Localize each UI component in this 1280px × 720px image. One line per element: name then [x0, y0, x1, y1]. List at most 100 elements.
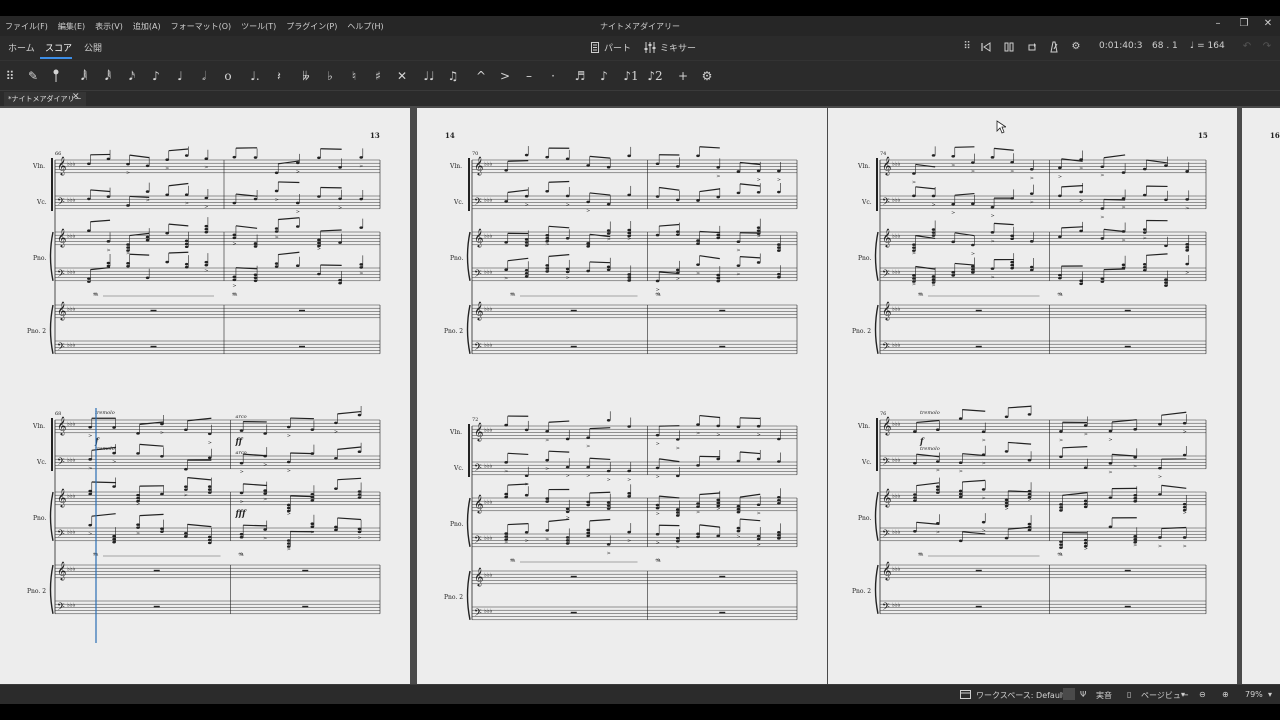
- menu-help[interactable]: ヘルプ(H): [342, 21, 388, 32]
- menu-add[interactable]: 追加(A): [128, 21, 166, 32]
- bass-clef: 𝄢: [57, 268, 65, 282]
- pencil-icon[interactable]: ✎: [25, 68, 41, 84]
- minimize-icon[interactable]: –: [1208, 18, 1228, 29]
- marcato-icon[interactable]: ^: [473, 68, 489, 84]
- score-page-15[interactable]: 15 Vln. Vc. Pno. Pno. 2 𝄞 ♭♭♭ 𝄢 ♭♭♭ 𝄞 ♭♭♭ 𝄢 ♭♭♭ 𝄞 ♭♭♭ 𝄢…: [828, 108, 1237, 684]
- beam: [1008, 405, 1032, 409]
- flat-icon[interactable]: ♭: [322, 68, 338, 84]
- rewind-icon[interactable]: [979, 40, 993, 54]
- menu-tools[interactable]: ツール(T): [236, 21, 281, 32]
- undo-icon[interactable]: ↶: [1240, 40, 1254, 54]
- score-page-14[interactable]: 14 Vln. Vc. Pno. Pno. 2 𝄞 ♭♭♭ 𝄢 ♭♭♭ 𝄞 ♭♭♭ 𝄢 ♭♭♭ 𝄞 ♭♭♭ 𝄢…: [417, 108, 827, 684]
- instrument-label-piano2: Pno. 2: [852, 588, 871, 595]
- metronome-icon[interactable]: [1047, 40, 1061, 54]
- zoom-in-icon[interactable]: ⊕: [1222, 690, 1229, 699]
- accent-mark: >: [240, 469, 244, 475]
- quarter-note-icon[interactable]: ♩: [172, 68, 188, 84]
- chevron-down-icon[interactable]: ▾: [1268, 690, 1272, 699]
- note-head: [971, 243, 975, 247]
- menu-format[interactable]: フォーマット(O): [166, 21, 237, 32]
- mixer-button[interactable]: ミキサー: [644, 41, 696, 54]
- menu-plugins[interactable]: プラグイン(P): [281, 21, 342, 32]
- whole-note-icon[interactable]: o: [220, 68, 236, 84]
- note-head: [627, 469, 631, 473]
- 32nd-note-icon[interactable]: 𝅘𝅥𝅱: [100, 68, 116, 84]
- half-note-icon[interactable]: 𝅗𝅥: [196, 68, 212, 84]
- staccato-icon[interactable]: ·: [545, 68, 561, 84]
- pedal-mark: 𝆮: [510, 557, 516, 566]
- settings-icon[interactable]: ⚙: [699, 68, 715, 84]
- beam: [548, 254, 570, 257]
- close-icon[interactable]: ✕: [1258, 18, 1278, 29]
- add-icon[interactable]: +: [675, 68, 691, 84]
- tab-score[interactable]: スコア: [45, 41, 72, 54]
- zoom-out-icon[interactable]: ⊖: [1199, 690, 1206, 699]
- workspace-selector[interactable]: ワークスペース: Default: [976, 690, 1065, 701]
- piano-brace: [874, 491, 879, 541]
- voice2-icon[interactable]: ♪2: [647, 68, 663, 84]
- menu-view[interactable]: 表示(V): [90, 21, 128, 32]
- natural-icon[interactable]: ♮: [346, 68, 362, 84]
- concert-pitch-label[interactable]: 実音: [1096, 690, 1112, 701]
- note-head: [696, 464, 700, 467]
- flip-icon[interactable]: ♪: [596, 68, 612, 84]
- note-head: [586, 164, 590, 167]
- zoom-level[interactable]: 79%: [1245, 690, 1263, 699]
- maximize-icon[interactable]: ❐: [1234, 18, 1254, 29]
- grip-icon[interactable]: ⠿: [2, 68, 18, 84]
- note-head: [136, 432, 140, 435]
- accent-mark: >: [545, 536, 549, 542]
- voice1-icon[interactable]: ♪1: [623, 68, 639, 84]
- tenuto-icon[interactable]: –: [521, 68, 537, 84]
- score-view[interactable]: 13 Vln. Vc. Pno. Pno. 2 𝄞 ♭♭♭ 𝄢 ♭♭♭ 𝄞 ♭♭♭ 𝄢 ♭♭♭ 𝄞 ♭♭♭ 𝄢…: [0, 106, 1280, 684]
- rest-icon[interactable]: 𝄽: [271, 68, 287, 84]
- key-signature: ♭♭♭: [67, 493, 76, 500]
- accent-icon[interactable]: >: [497, 68, 513, 84]
- note-head: [736, 425, 741, 429]
- whole-rest: [153, 605, 160, 608]
- note-head: [524, 428, 529, 432]
- concert-pitch-toggle[interactable]: [1063, 688, 1075, 700]
- beam: [699, 146, 720, 149]
- loop-icon[interactable]: [1025, 40, 1039, 54]
- workspace-icon[interactable]: [960, 690, 971, 701]
- 64th-note-icon[interactable]: 𝅘𝅥𝅲: [76, 68, 92, 84]
- note-head: [627, 425, 631, 428]
- piano2-brace: [466, 304, 471, 354]
- double-sharp-icon[interactable]: ✕: [394, 68, 410, 84]
- note-head: [204, 224, 209, 228]
- beam: [739, 256, 761, 259]
- note-head: [1164, 244, 1168, 248]
- tuplet-icon[interactable]: ♬: [572, 68, 588, 84]
- accent-mark: >: [936, 468, 940, 474]
- close-tab-icon[interactable]: ✕: [72, 92, 80, 102]
- dot-icon[interactable]: ♩.: [247, 68, 263, 84]
- treble-clef: 𝄞: [57, 228, 66, 248]
- menu-file[interactable]: ファイル(F): [0, 21, 53, 32]
- play-icon[interactable]: [1002, 40, 1016, 54]
- playback-settings-icon[interactable]: ⚙: [1069, 40, 1083, 54]
- chevron-down-icon[interactable]: ▾: [1181, 690, 1185, 699]
- note-head: [126, 246, 130, 249]
- accent-mark: >: [959, 469, 963, 475]
- note-head: [136, 496, 140, 500]
- note-head: [627, 231, 631, 235]
- parts-button[interactable]: パート: [590, 41, 631, 54]
- input-mode-icon[interactable]: [48, 68, 64, 84]
- tie-icon[interactable]: ♩♩: [421, 68, 437, 84]
- whole-rest: [975, 309, 982, 312]
- sharp-icon[interactable]: ♯: [370, 68, 386, 84]
- slur-icon[interactable]: ♫: [445, 68, 461, 84]
- menu-edit[interactable]: 編集(E): [53, 21, 90, 32]
- redo-icon[interactable]: ↷: [1260, 40, 1274, 54]
- score-page-16[interactable]: 16: [1242, 108, 1280, 684]
- eighth-note-icon[interactable]: ♪: [148, 68, 164, 84]
- tab-publish[interactable]: 公開: [84, 41, 102, 54]
- tab-home[interactable]: ホーム: [8, 41, 35, 54]
- note-head: [606, 232, 611, 235]
- double-flat-icon[interactable]: 𝄫: [298, 68, 314, 84]
- score-page-13[interactable]: 13 Vln. Vc. Pno. Pno. 2 𝄞 ♭♭♭ 𝄢 ♭♭♭ 𝄞 ♭♭♭ 𝄢 ♭♭♭ 𝄞 ♭♭♭ 𝄢…: [0, 108, 410, 684]
- note-head: [359, 226, 364, 229]
- grip-icon[interactable]: ⠿: [960, 40, 974, 54]
- 16th-note-icon[interactable]: 𝅘𝅥𝅯: [124, 68, 140, 84]
